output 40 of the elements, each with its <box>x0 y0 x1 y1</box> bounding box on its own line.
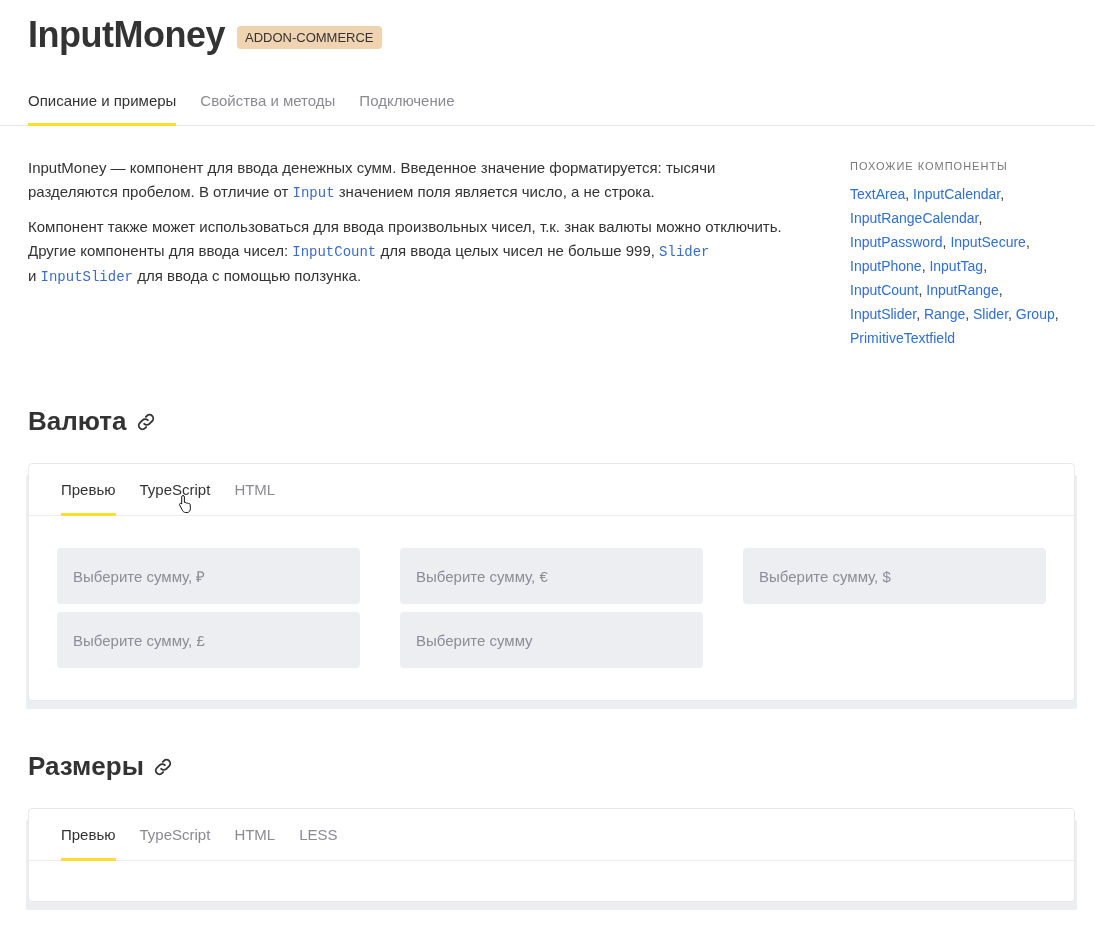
component-link[interactable]: InputCount <box>850 282 919 298</box>
component-link[interactable]: InputPhone <box>850 258 922 274</box>
amount-field[interactable]: Выберите сумму, $ <box>743 548 1046 604</box>
amount-field[interactable]: Выберите сумму, ₽ <box>57 548 360 604</box>
related-links: TextArea, InputCalendar, InputRangeCalendar, InputPassword, InputSecure, InputPhone, InputTag, InputCount, InputRange, InputSlider, Range, Slider, Group, PrimitiveTextfield <box>850 185 1060 348</box>
amount-field[interactable]: Выберите сумму <box>400 612 703 668</box>
component-link[interactable]: Group <box>1015 306 1055 322</box>
component-link[interactable]: Slider <box>973 306 1009 322</box>
page-title: InputMoney <box>28 14 225 56</box>
page-tab[interactable]: Свойства и методы <box>200 92 336 126</box>
component-link[interactable]: InputCalendar <box>913 186 1001 202</box>
code-link[interactable]: Input <box>292 185 335 201</box>
example-tab[interactable]: Превью <box>61 809 116 861</box>
example-tab[interactable]: HTML <box>234 809 276 861</box>
component-link[interactable]: InputTag <box>929 258 984 274</box>
code-link[interactable]: Slider <box>659 244 710 260</box>
example-tab[interactable]: LESS <box>299 809 338 861</box>
description-paragraph: InputMoney — компонент для ввода денежных сумм. Введенное значение форматируется: тысячи разделяются пробелом. В отличие от Input значением поля является число, а не строка. <box>28 158 717 203</box>
package-badge: ADDON-COMMERCE <box>237 25 382 49</box>
description-paragraph: Компонент также может использоваться для ввода произвольных чисел, т.к. знак валюты можно отключить. Другие компоненты для ввода чисел: InputCount для ввода целых чисел не больше 999, Slider и InputSlider для ввода с помощью ползунка. <box>28 217 783 287</box>
example-tab[interactable]: TypeScript <box>139 809 211 861</box>
component-link[interactable]: InputSecure <box>950 234 1026 250</box>
page-tab[interactable]: Подключение <box>359 92 455 126</box>
component-link[interactable]: Range <box>923 306 966 322</box>
example-tab[interactable]: Превью <box>61 464 116 516</box>
amount-field[interactable]: Выберите сумму, £ <box>57 612 360 668</box>
code-link[interactable]: InputSlider <box>40 269 133 285</box>
example-tab[interactable]: HTML <box>234 464 276 516</box>
component-link[interactable]: InputSlider <box>850 306 917 322</box>
section-title: Размеры <box>28 751 144 782</box>
component-link[interactable]: PrimitiveTextfield <box>850 330 956 346</box>
section-title: Валюта <box>28 406 127 437</box>
related-heading: ПОХОЖИЕ КОМПОНЕНТЫ <box>850 160 1009 172</box>
page-tab[interactable]: Описание и примеры <box>28 92 177 126</box>
component-link[interactable]: InputPassword <box>850 234 943 250</box>
example-tab[interactable]: TypeScript <box>139 464 211 516</box>
component-link[interactable]: InputRange <box>926 282 999 298</box>
code-link[interactable]: InputCount <box>292 244 377 260</box>
component-link[interactable]: InputRangeCalendar <box>850 210 979 226</box>
amount-field[interactable]: Выберите сумму, € <box>400 548 703 604</box>
